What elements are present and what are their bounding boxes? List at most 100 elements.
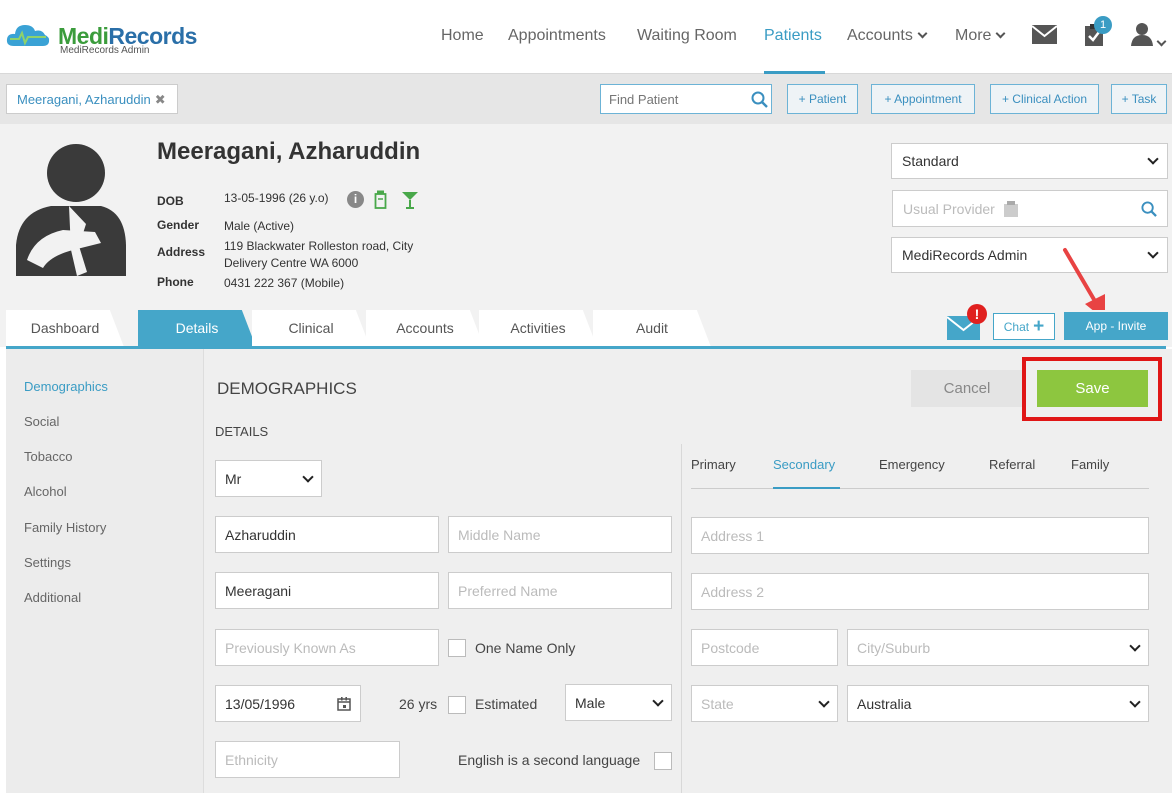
address2-field[interactable]: Address 2: [691, 573, 1149, 610]
address-tab-family[interactable]: Family: [1071, 457, 1109, 472]
side-nav-alcohol[interactable]: Alcohol: [24, 484, 67, 499]
provider-card-icon: [1004, 201, 1018, 217]
practitioner-select[interactable]: MediRecords Admin: [891, 237, 1168, 273]
side-nav-demographics[interactable]: Demographics: [24, 379, 108, 394]
gender-value: Male (Active): [224, 219, 295, 233]
tobacco-icon[interactable]: [374, 190, 387, 209]
cancel-button[interactable]: Cancel: [911, 370, 1023, 407]
title-select[interactable]: Mr: [215, 460, 322, 497]
tab-details[interactable]: Details: [138, 310, 256, 347]
practitioner-value: MediRecords Admin: [902, 247, 1028, 263]
side-nav-settings[interactable]: Settings: [24, 555, 71, 570]
state-select[interactable]: State: [691, 685, 838, 722]
nav-patients[interactable]: Patients: [764, 27, 822, 45]
sex-value: Male: [575, 694, 606, 711]
open-patient-tab[interactable]: Meeragani, Azharuddin ✖: [6, 84, 178, 114]
estimated-checkbox[interactable]: [448, 696, 466, 714]
patient-avatar-icon: [16, 144, 126, 276]
chevron-down-icon: [818, 695, 830, 708]
side-nav-social[interactable]: Social: [24, 414, 59, 429]
add-patient-button[interactable]: + Patient: [787, 84, 858, 114]
alcohol-icon[interactable]: [401, 190, 419, 209]
nav-accounts[interactable]: Accounts: [847, 27, 928, 45]
close-icon[interactable]: ✖: [155, 92, 166, 107]
preferred-name-field[interactable]: Preferred Name: [448, 572, 672, 609]
chevron-down-icon: [1129, 639, 1141, 652]
address-line1: 119 Blackwater Rolleston road, City: [224, 239, 414, 253]
phone-value: 0431 222 367 (Mobile): [224, 276, 345, 290]
chevron-down-icon: [302, 470, 314, 483]
nav-appointments[interactable]: Appointments: [508, 27, 606, 45]
search-icon[interactable]: [1141, 200, 1157, 217]
dob-field-value: 13/05/1996: [225, 695, 296, 712]
tab-audit[interactable]: Audit: [593, 310, 711, 347]
mail-icon[interactable]: [1032, 25, 1057, 44]
side-nav-tobacco[interactable]: Tobacco: [24, 449, 72, 464]
tasks-badge: 1: [1094, 16, 1112, 34]
tab-dashboard[interactable]: Dashboard: [6, 310, 124, 347]
address1-field[interactable]: Address 1: [691, 517, 1149, 554]
chevron-down-icon: [1129, 695, 1141, 708]
billing-type-value: Standard: [902, 153, 959, 169]
search-icon[interactable]: [751, 91, 768, 108]
tab-clinical[interactable]: Clinical: [252, 310, 370, 347]
address-tab-primary[interactable]: Primary: [691, 457, 736, 472]
open-patient-tab-label: Meeragani, Azharuddin: [17, 92, 151, 107]
user-account-icon[interactable]: [1131, 22, 1153, 46]
gender-label: Gender: [157, 218, 200, 232]
billing-type-select[interactable]: Standard: [891, 143, 1168, 179]
first-name-field[interactable]: Azharuddin: [215, 516, 439, 553]
ethnicity-field[interactable]: Ethnicity: [215, 741, 400, 778]
add-clinical-action-button[interactable]: + Clinical Action: [990, 84, 1099, 114]
postcode-field[interactable]: Postcode: [691, 629, 838, 666]
previously-known-as-field[interactable]: Previously Known As: [215, 629, 439, 666]
nav-waiting-room[interactable]: Waiting Room: [637, 27, 737, 45]
sex-select[interactable]: Male: [565, 684, 672, 721]
nav-more-label: More: [955, 27, 992, 44]
nav-accounts-label: Accounts: [847, 27, 913, 44]
add-appointment-button[interactable]: + Appointment: [871, 84, 975, 114]
chevron-down-icon: [1147, 247, 1159, 259]
plus-icon: +: [1033, 315, 1045, 337]
address-tab-secondary[interactable]: Secondary: [773, 457, 835, 472]
city-suburb-select[interactable]: City/Suburb: [847, 629, 1149, 666]
nav-home[interactable]: Home: [441, 27, 484, 45]
top-navbar: MediRecords MediRecords Admin Home Appoi…: [0, 0, 1172, 74]
chat-button[interactable]: Chat +: [993, 313, 1055, 340]
side-nav-additional[interactable]: Additional: [24, 590, 81, 605]
address-tab-emergency[interactable]: Emergency: [879, 457, 945, 472]
address-tab-active-underline: [773, 487, 840, 489]
chevron-down-icon: [996, 28, 1006, 39]
find-patient-input[interactable]: [601, 85, 741, 113]
usual-provider-input[interactable]: Usual Provider: [892, 190, 1168, 227]
address-tab-referral[interactable]: Referral: [989, 457, 1035, 472]
logo-subtitle: MediRecords Admin: [60, 45, 150, 56]
english-second-language-checkbox[interactable]: [654, 752, 672, 770]
save-button[interactable]: Save: [1037, 370, 1148, 407]
address-line2: Delivery Centre WA 6000: [224, 256, 359, 270]
dob-label: DOB: [157, 194, 184, 208]
chevron-down-icon: [652, 694, 664, 707]
info-icon[interactable]: i: [347, 191, 364, 208]
last-name-field[interactable]: Meeragani: [215, 572, 439, 609]
nav-more[interactable]: More: [955, 27, 1006, 45]
tab-accounts[interactable]: Accounts: [366, 310, 484, 347]
dob-field[interactable]: 13/05/1996: [215, 685, 361, 722]
app-invite-button[interactable]: App - Invite: [1064, 312, 1168, 340]
section-title: DEMOGRAPHICS: [217, 379, 357, 398]
one-name-only-checkbox[interactable]: [448, 639, 466, 657]
tab-activities[interactable]: Activities: [479, 310, 597, 347]
calendar-icon[interactable]: [337, 696, 351, 711]
add-task-button[interactable]: + Task: [1111, 84, 1167, 114]
estimated-label: Estimated: [475, 696, 538, 712]
country-value: Australia: [857, 695, 912, 712]
side-nav-family-history[interactable]: Family History: [24, 520, 106, 535]
middle-name-field[interactable]: Middle Name: [448, 516, 672, 553]
find-patient-box: [600, 84, 772, 114]
chevron-down-icon: [1147, 153, 1159, 165]
chevron-down-icon: [1156, 36, 1167, 47]
logo-cloud-icon: [6, 25, 50, 46]
title-value: Mr: [225, 470, 242, 487]
country-select[interactable]: Australia: [847, 685, 1149, 722]
chevron-down-icon: [917, 28, 928, 39]
